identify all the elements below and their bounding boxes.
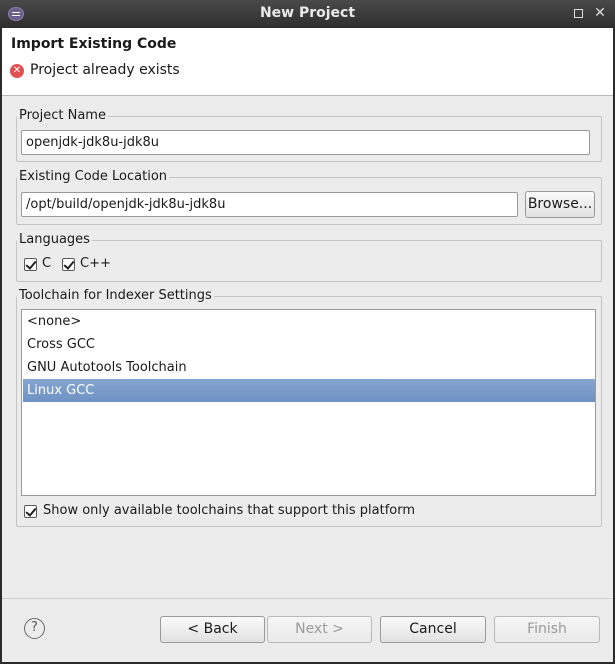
- maximize-icon[interactable]: [571, 6, 585, 20]
- error-icon: ✕: [10, 64, 24, 78]
- project-name-input[interactable]: openjdk-jdk8u-jdk8u: [21, 130, 590, 155]
- show-only-checkbox[interactable]: [24, 505, 37, 518]
- help-icon[interactable]: ?: [24, 618, 45, 639]
- language-c-checkbox[interactable]: [24, 258, 37, 271]
- footer-separator: [2, 598, 613, 599]
- toolchain-label: Toolchain for Indexer Settings: [17, 288, 214, 304]
- title-bar: New Project ✕: [0, 0, 615, 28]
- error-message: Project already exists: [30, 62, 180, 78]
- language-cpp-checkbox[interactable]: [62, 258, 75, 271]
- wizard-title: Import Existing Code: [11, 36, 177, 52]
- toolchain-list[interactable]: <none> Cross GCC GNU Autotools Toolchain…: [21, 309, 596, 496]
- show-only-label: Show only available toolchains that supp…: [43, 503, 416, 518]
- code-location-input[interactable]: /opt/build/openjdk-jdk8u-jdk8u: [21, 192, 518, 217]
- next-button[interactable]: Next >: [267, 616, 372, 643]
- dialog-body: Import Existing Code ✕ Project already e…: [2, 28, 613, 662]
- toolchain-item-gnu-autotools[interactable]: GNU Autotools Toolchain: [23, 356, 595, 379]
- cancel-button[interactable]: Cancel: [380, 616, 486, 643]
- language-cpp-label: C++: [80, 256, 111, 271]
- finish-button[interactable]: Finish: [494, 616, 600, 643]
- languages-label: Languages: [17, 232, 92, 248]
- toolchain-item-linux-gcc[interactable]: Linux GCC: [23, 379, 595, 402]
- browse-button[interactable]: Browse...: [525, 191, 595, 218]
- code-location-label: Existing Code Location: [17, 169, 170, 185]
- project-name-label: Project Name: [17, 108, 108, 124]
- window-title: New Project: [259, 5, 356, 21]
- back-button[interactable]: < Back: [160, 616, 265, 643]
- close-icon[interactable]: ✕: [593, 6, 607, 20]
- language-c-label: C: [42, 256, 52, 271]
- wizard-header: Import Existing Code ✕ Project already e…: [2, 28, 613, 96]
- toolchain-item-none[interactable]: <none>: [23, 310, 595, 333]
- toolchain-item-cross-gcc[interactable]: Cross GCC: [23, 333, 595, 356]
